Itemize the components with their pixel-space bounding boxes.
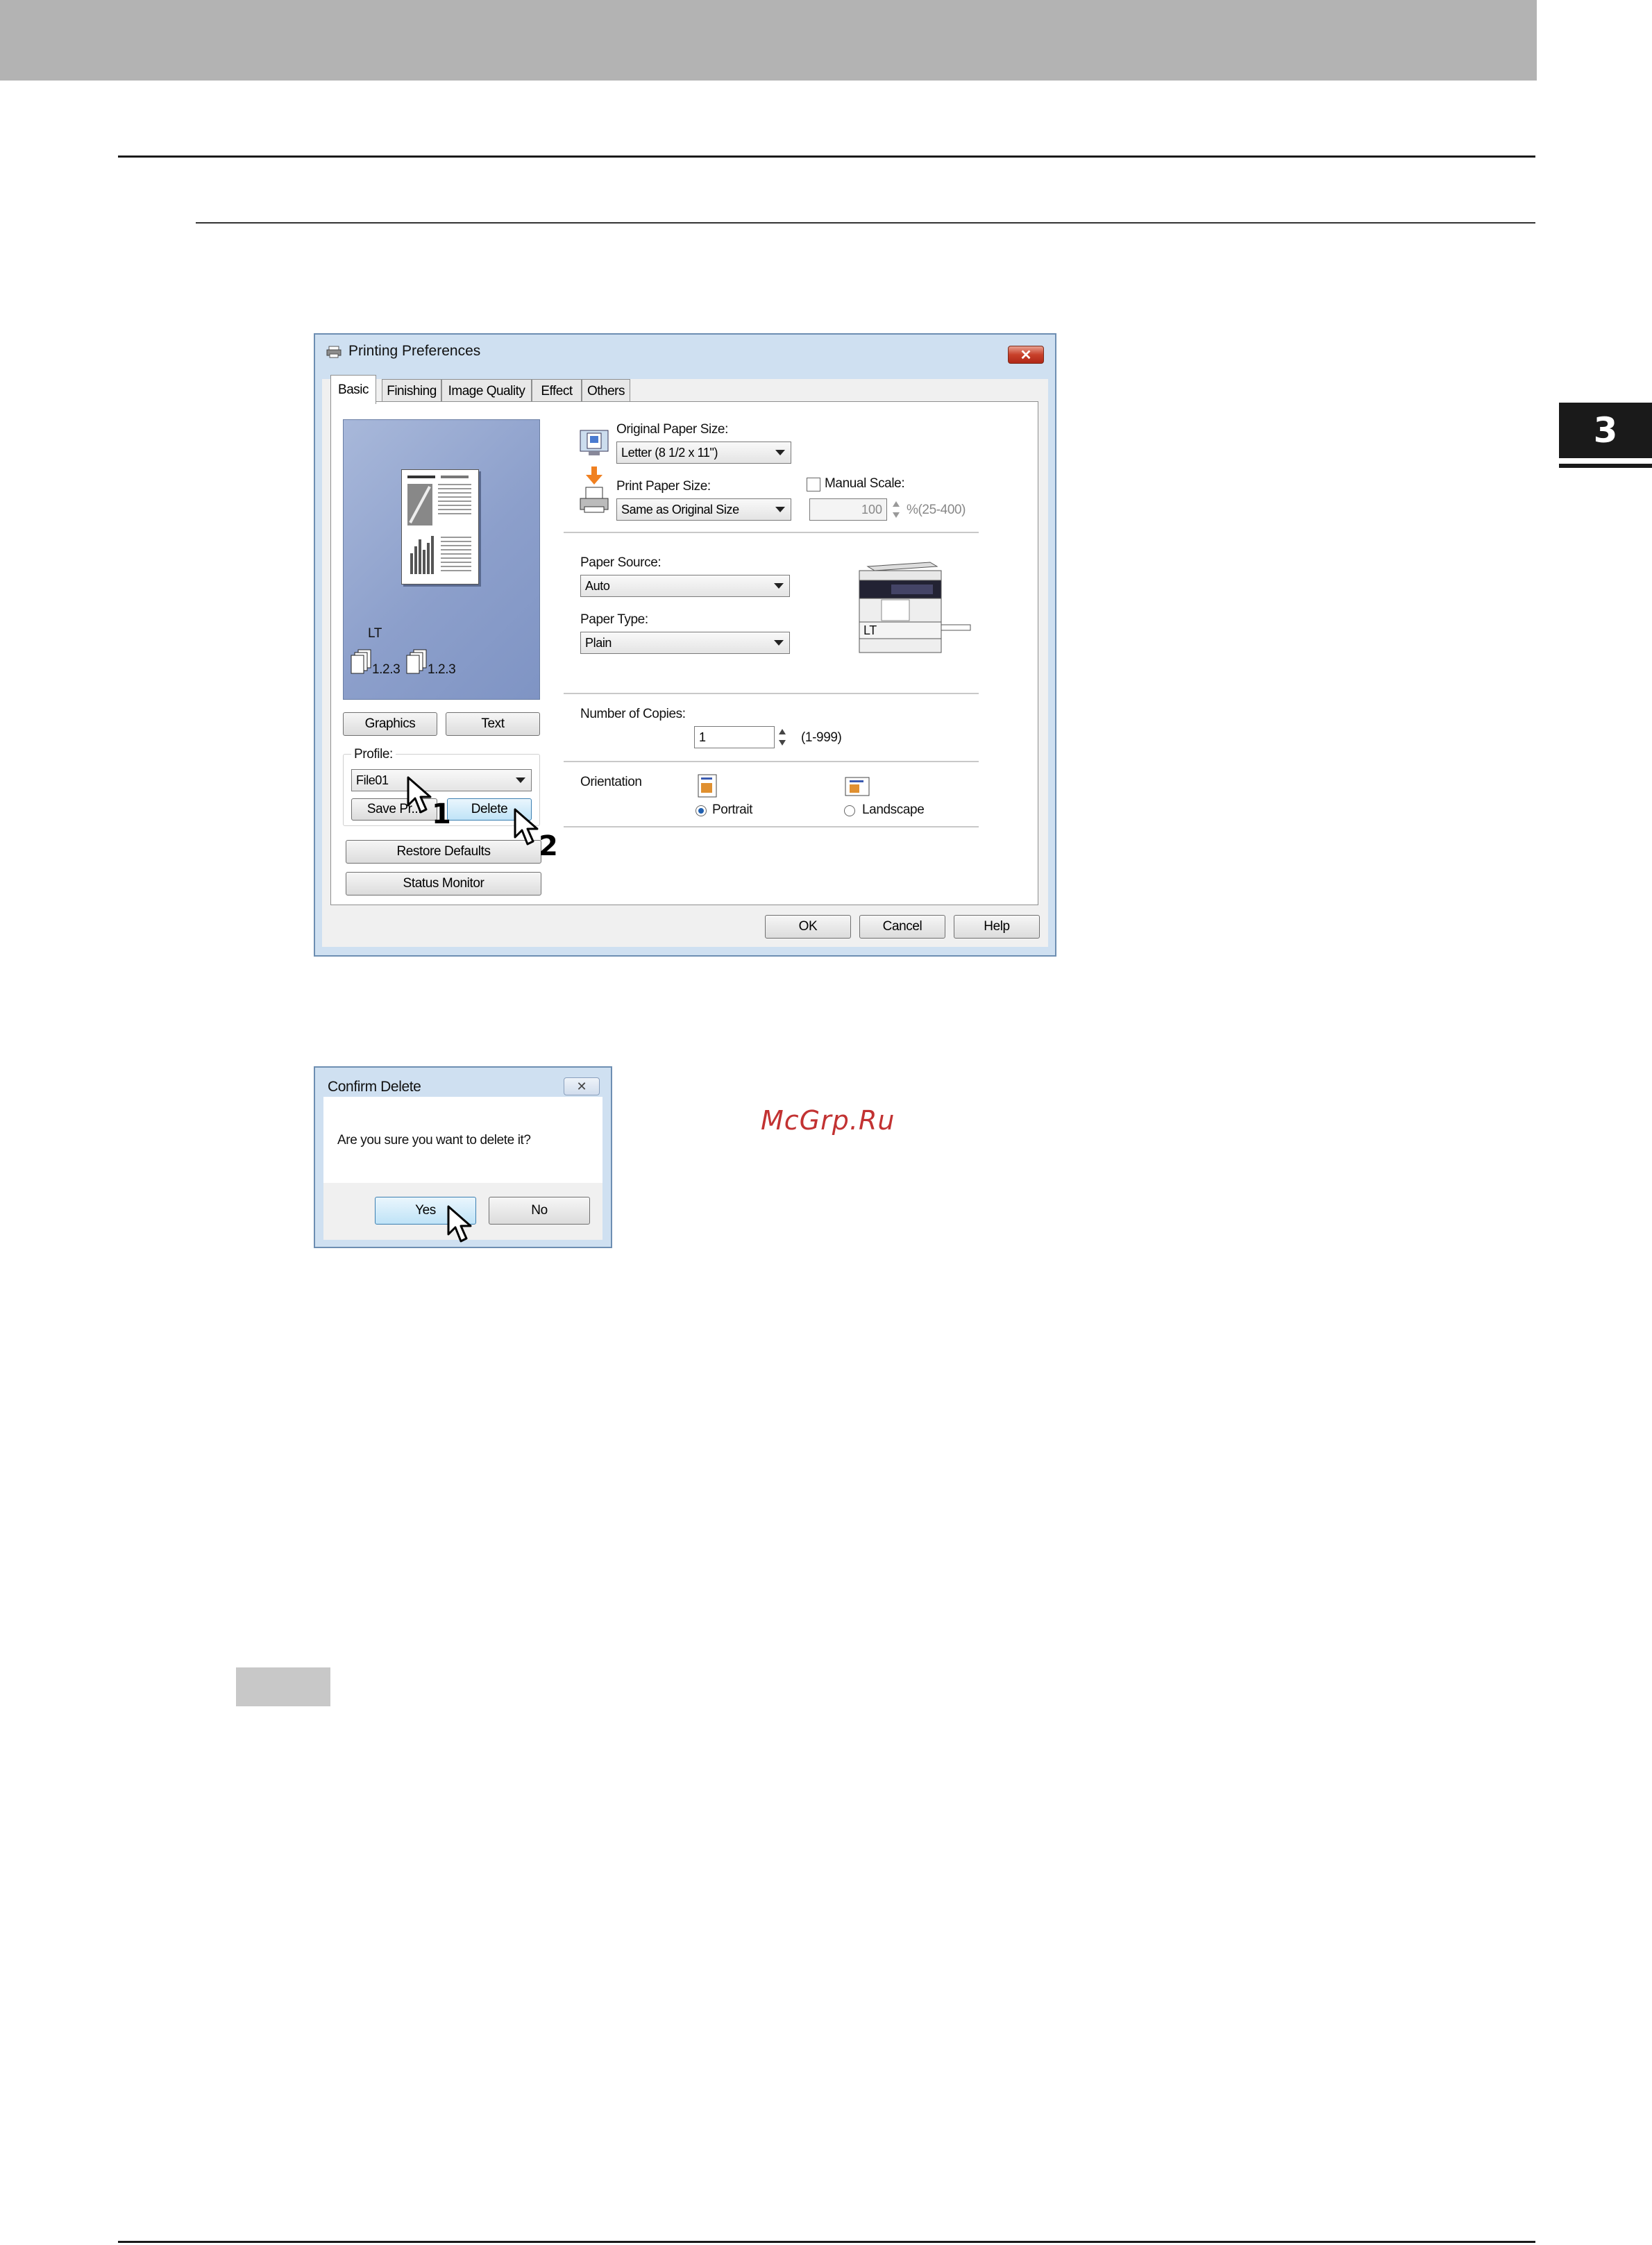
original-paper-size-label: Original Paper Size: (616, 422, 728, 437)
print-paper-size-value: Same as Original Size (621, 502, 739, 516)
text-button[interactable]: Text (446, 712, 540, 736)
manual-scale-input[interactable]: 100 (809, 498, 887, 521)
note-label-box (236, 1667, 330, 1706)
divider (564, 693, 979, 694)
portrait-radio[interactable] (696, 805, 707, 816)
copies-label: Number of Copies: (580, 707, 686, 721)
print-paper-size-label: Print Paper Size: (616, 479, 711, 494)
ok-button[interactable]: OK (765, 915, 851, 939)
close-button[interactable]: ✕ (1008, 346, 1044, 364)
chevron-down-icon (516, 777, 525, 783)
collate-stack-icon (351, 649, 371, 674)
print-paper-size-select[interactable]: Same as Original Size (616, 498, 791, 521)
collate-label-2: 1.2.3 (428, 662, 456, 677)
confirm-delete-message: Are you sure you want to delete it? (337, 1133, 531, 1147)
portrait-label: Portrait (712, 802, 753, 817)
confirm-delete-title: Confirm Delete (328, 1079, 421, 1095)
help-button[interactable]: Help (954, 915, 1040, 939)
no-button[interactable]: No (489, 1197, 590, 1225)
tab-basic[interactable]: Basic (330, 375, 376, 404)
profile-label: Profile: (351, 747, 396, 762)
original-paper-size-select[interactable]: Letter (8 1/2 x 11") (616, 442, 791, 464)
copies-range: (1-999) (801, 730, 842, 745)
divider (564, 532, 979, 533)
print-paper-icon (580, 487, 609, 513)
spin-arrows-icon[interactable] (890, 498, 902, 521)
landscape-radio[interactable] (844, 805, 855, 816)
window-title: Printing Preferences (348, 343, 481, 359)
paper-type-select[interactable]: Plain (580, 632, 790, 654)
chevron-down-icon (774, 583, 784, 589)
chapter-tab: 3 (1559, 403, 1652, 458)
subheader-rule (196, 222, 1535, 224)
paper-source-select[interactable]: Auto (580, 575, 790, 597)
mouse-pointer-icon (447, 1205, 472, 1243)
printer-device-icon (859, 562, 971, 653)
arrow-down-icon (586, 466, 602, 485)
printer-icon (326, 346, 342, 358)
paper-type-label: Paper Type: (580, 612, 648, 627)
profile-select[interactable]: File01 (351, 769, 532, 791)
chapter-tab-underline (1559, 464, 1652, 468)
paper-type-value: Plain (585, 635, 612, 650)
mouse-pointer-icon (407, 776, 432, 814)
collate-label-1: 1.2.3 (372, 662, 401, 677)
manual-scale-label: Manual Scale: (825, 476, 905, 491)
cancel-button[interactable]: Cancel (859, 915, 945, 939)
step-number-1: 1 (432, 798, 451, 830)
preview-page-thumbnail (401, 469, 479, 585)
original-paper-icon (580, 430, 609, 455)
collate-stack-icon (406, 649, 427, 674)
tab-image-quality[interactable]: Image Quality (441, 379, 532, 403)
portrait-icon (698, 774, 717, 798)
manual-scale-range: %(25-400) (907, 503, 966, 517)
spin-arrows-icon[interactable] (776, 726, 789, 748)
preview-paper-label: LT (368, 626, 382, 641)
chevron-down-icon (775, 450, 785, 455)
chevron-down-icon (775, 507, 785, 512)
profile-select-value: File01 (356, 773, 389, 787)
landscape-icon (845, 777, 870, 796)
landscape-label: Landscape (862, 802, 925, 817)
confirm-close-button[interactable]: ✕ (564, 1077, 600, 1095)
footer-rule (118, 2241, 1535, 2243)
copies-input[interactable]: 1 (694, 726, 775, 748)
mouse-pointer-icon (514, 808, 539, 846)
divider (564, 826, 979, 827)
paper-source-label: Paper Source: (580, 555, 661, 570)
document-thumbnail-icon (407, 476, 471, 574)
status-monitor-button[interactable]: Status Monitor (346, 872, 541, 896)
printer-tray-label: LT (863, 623, 877, 637)
tab-finishing[interactable]: Finishing (382, 379, 441, 403)
manual-scale-checkbox[interactable] (807, 478, 820, 491)
header-bar (0, 0, 1537, 81)
orientation-label: Orientation (580, 775, 642, 789)
tab-effect[interactable]: Effect (532, 379, 582, 403)
restore-defaults-button[interactable]: Restore Defaults (346, 840, 541, 864)
chevron-down-icon (774, 640, 784, 646)
divider (564, 761, 979, 762)
watermark: McGrp.Ru (761, 1105, 895, 1136)
header-rule (118, 155, 1535, 158)
graphics-button[interactable]: Graphics (343, 712, 437, 736)
original-paper-size-value: Letter (8 1/2 x 11") (621, 445, 718, 460)
tab-others[interactable]: Others (582, 379, 630, 403)
paper-source-value: Auto (585, 578, 610, 593)
step-number-2: 2 (539, 830, 558, 862)
